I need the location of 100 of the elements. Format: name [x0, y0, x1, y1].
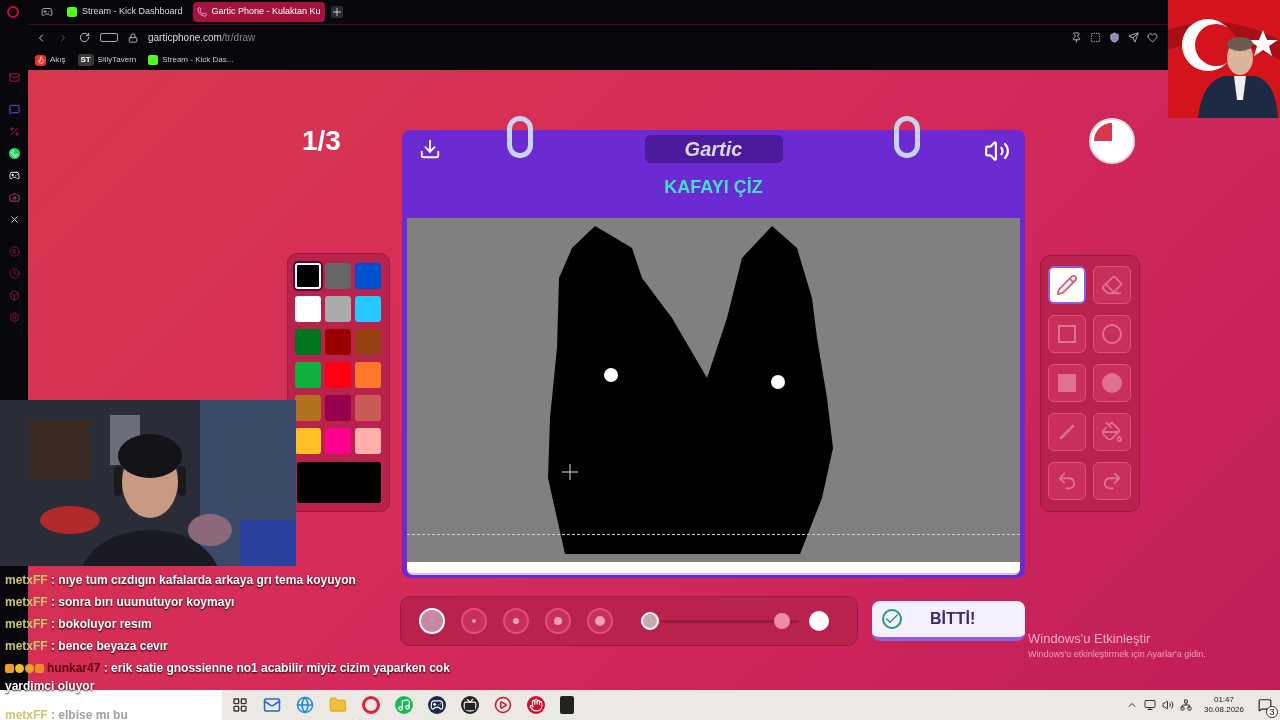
filled-square-icon: [1058, 374, 1076, 392]
max-opacity-icon: [809, 611, 829, 631]
bookmark-logo: ST: [77, 54, 94, 66]
color-swatch[interactable]: [295, 263, 321, 289]
color-swatch[interactable]: [355, 362, 381, 388]
eraser-icon: [1101, 274, 1123, 296]
round-counter: 1/3: [302, 126, 342, 156]
network-icon[interactable]: [1179, 699, 1192, 711]
clock-time: 01:47: [1213, 695, 1234, 705]
activation-subtitle: Windows'u etkinleştirmek için Ayarlar'a gidin.: [1028, 648, 1206, 661]
clock-icon[interactable]: [8, 268, 20, 279]
color-swatch[interactable]: [355, 263, 381, 289]
activation-title: Windows'u Etkinleştir: [1028, 631, 1152, 647]
browser-tab[interactable]: Gartic Phone - Kulaktan Ku: [192, 2, 325, 22]
gartic-logo: Gartic: [644, 135, 783, 163]
url-host: garticphone.com: [148, 31, 222, 45]
clock-date: 30.08.2026: [1203, 705, 1244, 715]
color-swatch[interactable]: [325, 362, 351, 388]
ring-icon: [507, 116, 533, 158]
send-icon[interactable]: [1128, 32, 1139, 43]
opacity-slider[interactable]: [661, 613, 799, 629]
lock-icon: [128, 32, 138, 43]
mail-icon[interactable]: [263, 696, 281, 714]
color-swatch[interactable]: [355, 395, 381, 421]
reload-icon[interactable]: [79, 32, 90, 43]
music-icon[interactable]: [395, 696, 413, 714]
hand-icon[interactable]: [527, 696, 545, 714]
k-logo-icon: [148, 55, 159, 65]
color-swatch[interactable]: [325, 428, 351, 454]
color-swatch[interactable]: [295, 296, 321, 322]
tool-button[interactable]: [1048, 266, 1086, 304]
clock[interactable]: 01:47 30.08.2026: [1203, 695, 1244, 715]
line-icon: [1057, 422, 1077, 442]
box-icon[interactable]: [8, 290, 20, 301]
brush-size-button[interactable]: [587, 608, 613, 634]
snapshot-icon[interactable]: [1090, 32, 1101, 43]
browser-logo-icon[interactable]: [7, 6, 19, 18]
camera-icon[interactable]: [8, 192, 20, 203]
ring-icon: [894, 116, 920, 158]
k-logo-icon: [67, 7, 77, 17]
heart-icon[interactable]: [1147, 32, 1158, 43]
redo-icon: [1101, 470, 1123, 492]
prompt-title: KAFAYI ÇİZ: [664, 176, 763, 199]
bookmark[interactable]: Stream - Kick Das...: [148, 54, 234, 66]
notifications-icon[interactable]: [1258, 698, 1272, 712]
browser-logo-icon[interactable]: [362, 696, 380, 714]
undo-icon: [1056, 470, 1078, 492]
monitor-icon[interactable]: [1143, 699, 1156, 711]
paint-bucket-icon: [1101, 421, 1123, 443]
slider-thumb[interactable]: [774, 613, 791, 629]
tv-icon[interactable]: [461, 696, 479, 714]
color-swatch[interactable]: [325, 395, 351, 421]
speaker-icon[interactable]: [984, 138, 1010, 164]
browser-tab[interactable]: Stream - Kick Dashboard: [63, 2, 187, 22]
color-swatch[interactable]: [355, 296, 381, 322]
globe-icon[interactable]: [296, 696, 314, 714]
bookmark[interactable]: ST SillyTavern: [77, 54, 137, 66]
color-swatch[interactable]: [295, 395, 321, 421]
timer-icon: [1088, 117, 1136, 165]
message-icon[interactable]: [8, 104, 20, 115]
crosshair-cursor-icon: [562, 464, 578, 480]
bookmark[interactable]: Akış: [35, 54, 66, 66]
done-button[interactable]: BİTTİ!: [872, 601, 1025, 641]
url-path: /tr/draw: [221, 31, 256, 45]
folder-icon[interactable]: [329, 696, 347, 714]
color-swatch[interactable]: [295, 428, 321, 454]
shield-icon[interactable]: [1109, 32, 1120, 43]
square-outline-icon: [1058, 325, 1076, 343]
task-view-icon[interactable]: [232, 697, 248, 713]
gamepad-icon[interactable]: [428, 696, 446, 714]
check-icon: [882, 609, 902, 629]
volume-icon[interactable]: [1161, 699, 1174, 711]
color-swatch[interactable]: [325, 296, 351, 322]
brush-size-button[interactable]: [503, 608, 529, 634]
flame-icon: [35, 54, 46, 66]
play-icon[interactable]: [494, 696, 512, 714]
x-icon[interactable]: [8, 214, 20, 225]
chat-message: metxFF : elbise mı bu: [4, 707, 128, 720]
color-swatch[interactable]: [325, 329, 351, 355]
percent-icon[interactable]: [8, 126, 20, 137]
mail-icon[interactable]: [8, 72, 20, 83]
brush-size-button[interactable]: [545, 608, 571, 634]
circle-outline-icon: [1102, 324, 1122, 344]
pencil-icon: [1056, 274, 1078, 296]
phone-icon[interactable]: [8, 148, 20, 159]
phone-icon: [196, 7, 207, 17]
pin-icon[interactable]: [1071, 32, 1082, 43]
gamepad-icon[interactable]: [8, 170, 20, 181]
color-swatch[interactable]: [355, 329, 381, 355]
color-swatch[interactable]: [325, 263, 351, 289]
color-swatch[interactable]: [355, 428, 381, 454]
color-swatch[interactable]: [295, 362, 321, 388]
address-field[interactable]: garticphone.com/tr/draw: [148, 30, 256, 45]
download-icon[interactable]: [419, 138, 441, 160]
color-swatch[interactable]: [295, 329, 321, 355]
settings-icon[interactable]: [8, 312, 20, 323]
min-opacity-icon: [641, 612, 659, 630]
gamepad-icon[interactable]: [41, 6, 53, 18]
drawing-canvas[interactable]: [407, 218, 1020, 562]
new-tab-icon[interactable]: [330, 6, 343, 18]
